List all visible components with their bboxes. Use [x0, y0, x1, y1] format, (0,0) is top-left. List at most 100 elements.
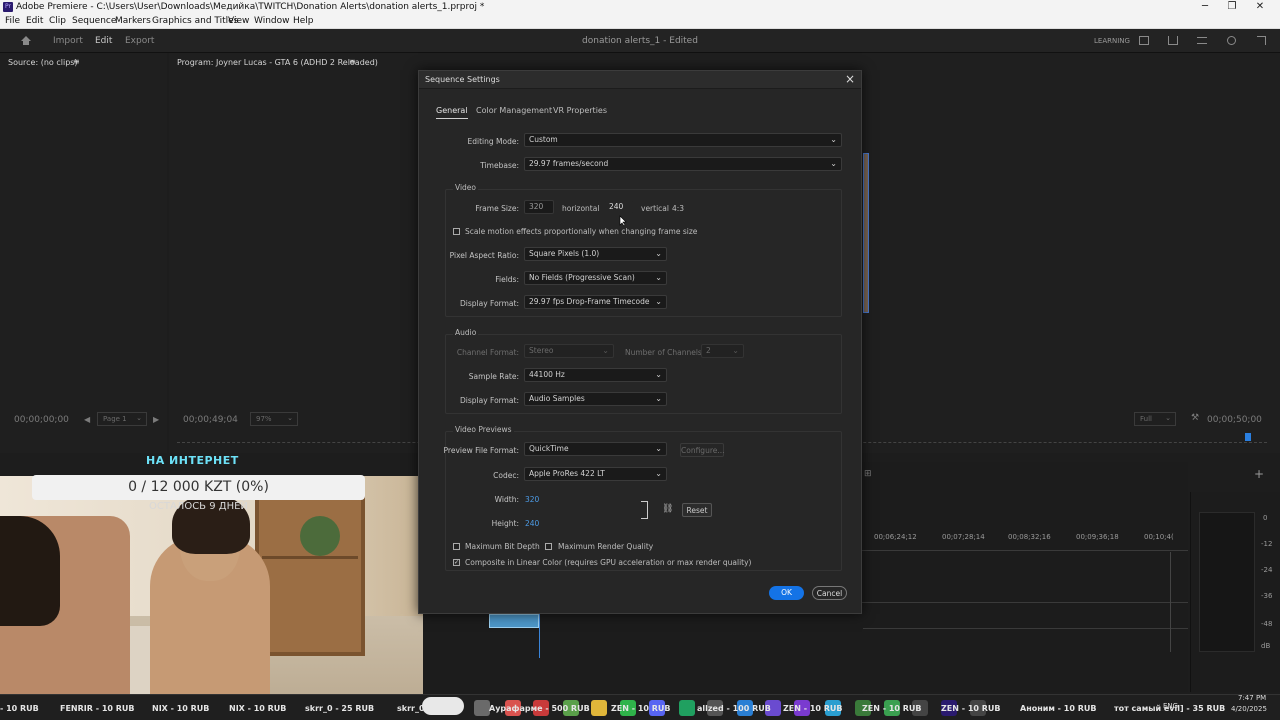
editing-mode-dropdown[interactable]: Custom ⌄	[524, 133, 842, 147]
folder-icon[interactable]	[591, 700, 607, 716]
program-fit-value: Full	[1140, 415, 1152, 423]
reset-button[interactable]: Reset	[682, 503, 712, 517]
add-icon[interactable]: +	[1254, 467, 1264, 481]
height-value[interactable]: 240	[525, 519, 539, 528]
menu-window[interactable]: Window	[254, 16, 290, 26]
ruler-tick-1: 00;06;24;12	[874, 533, 917, 541]
composite-linear-checkbox[interactable]: ✓	[453, 559, 460, 566]
ok-button[interactable]: OK	[769, 586, 804, 600]
source-prev-icon[interactable]: ◀	[84, 415, 90, 424]
taskbar-search-box[interactable]	[422, 697, 464, 715]
codec-dropdown[interactable]: Apple ProRes 422 LT ⌄	[524, 467, 667, 481]
program-fit-dropdown[interactable]: Full ⌄	[1134, 412, 1176, 426]
max-bit-depth-checkbox[interactable]	[453, 543, 460, 550]
wrench-icon[interactable]: ⚒	[1191, 413, 1199, 423]
width-value[interactable]: 320	[525, 495, 539, 504]
cancel-button[interactable]: Cancel	[812, 586, 847, 600]
channel-format-value: Stereo	[529, 346, 554, 355]
clock-date[interactable]: 4/20/2025	[1231, 705, 1267, 713]
source-panel-menu-icon[interactable]: ≡	[73, 57, 80, 66]
max-render-quality-checkbox[interactable]	[545, 543, 552, 550]
source-page-value: Page 1	[103, 415, 127, 423]
configure-button: Configure...	[680, 443, 725, 457]
tab-color-management[interactable]: Color Management	[476, 106, 552, 115]
program-zoom-dropdown[interactable]: 97% ⌄	[250, 412, 298, 426]
language-indicator[interactable]: ENG	[1163, 702, 1178, 710]
fields-label: Fields:	[495, 275, 519, 284]
snap-icon[interactable]: ⊞	[864, 469, 872, 479]
menu-file[interactable]: File	[5, 16, 20, 26]
meter-scale-db: dB	[1261, 642, 1271, 650]
chevron-down-icon: ⌄	[655, 297, 662, 306]
ticker-item: allzed - 100 RUB	[697, 704, 771, 713]
tab-export[interactable]: Export	[125, 36, 154, 46]
video-display-format-label: Display Format:	[460, 299, 519, 308]
tab-edit[interactable]: Edit	[95, 36, 112, 46]
par-dropdown[interactable]: Square Pixels (1.0) ⌄	[524, 247, 667, 261]
video-display-format-dropdown[interactable]: 29.97 fps Drop-Frame Timecode ⌄	[524, 295, 667, 309]
share-icon[interactable]	[1168, 36, 1178, 45]
tab-general[interactable]: General	[436, 106, 468, 119]
quick-menu-icon[interactable]	[1197, 37, 1207, 44]
fields-value: No Fields (Progressive Scan)	[529, 273, 635, 282]
ruler-tick-2: 00;07;28;14	[942, 533, 985, 541]
meter-scale-12: -12	[1261, 540, 1273, 548]
num-channels-value: 2	[706, 346, 711, 355]
chevron-down-icon: ⌄	[1165, 414, 1171, 422]
frame-height-input[interactable]: 240	[604, 200, 634, 214]
preview-format-dropdown[interactable]: QuickTime ⌄	[524, 442, 667, 456]
audio-display-format-dropdown[interactable]: Audio Samples ⌄	[524, 392, 667, 406]
frame-width-input[interactable]: 320	[524, 200, 554, 214]
workspace-panel-icon[interactable]	[1139, 36, 1149, 45]
clock-time[interactable]: 7:47 PM	[1238, 694, 1266, 702]
close-icon[interactable]: ×	[845, 72, 855, 86]
timeline-panel: ⊞ 00;06;24;12 00;07;28;14 00;08;32;16 00…	[862, 462, 1188, 692]
timeline-clip[interactable]	[489, 614, 539, 628]
source-timecode[interactable]: 00;00;00;00	[14, 415, 69, 425]
ticker-item: ZEN - 10 RUB	[611, 704, 671, 713]
search-icon[interactable]	[1227, 36, 1236, 45]
menu-bar: File Edit Clip Sequence Markers Graphics…	[0, 14, 1280, 29]
home-icon[interactable]	[20, 35, 32, 46]
link-bracket	[641, 501, 648, 519]
program-panel-title: Program: Joyner Lucas - GTA 6 (ADHD 2 Re…	[177, 58, 378, 67]
fullscreen-icon[interactable]	[1257, 36, 1266, 45]
sample-rate-dropdown[interactable]: 44100 Hz ⌄	[524, 368, 667, 382]
app-icon-4[interactable]	[679, 700, 695, 716]
timeline-scrollbar[interactable]	[1170, 552, 1174, 652]
chevron-down-icon: ⌄	[655, 444, 662, 453]
goal-progress-bar: 0 / 12 000 KZT (0%)	[32, 475, 365, 500]
audio-display-format-label: Display Format:	[460, 396, 519, 405]
program-panel-menu-icon[interactable]: ≡	[349, 57, 356, 66]
chevron-down-icon: ⌄	[602, 346, 609, 355]
ruler-tick-5: 00;10;4(	[1144, 533, 1174, 541]
source-next-icon[interactable]: ▶	[153, 415, 159, 424]
program-timecode-left[interactable]: 00;00;49;04	[183, 415, 238, 425]
close-window-button[interactable]: ✕	[1240, 0, 1280, 14]
menu-graphics-titles[interactable]: Graphics and Titles	[152, 16, 238, 26]
source-panel-title: Source: (no clips)	[8, 58, 78, 67]
scale-motion-checkbox[interactable]	[453, 228, 460, 235]
tab-import[interactable]: Import	[53, 36, 83, 46]
chevron-down-icon: ⌄	[830, 135, 837, 144]
menu-edit[interactable]: Edit	[26, 16, 43, 26]
playhead-marker[interactable]	[1245, 433, 1251, 441]
chain-link-icon[interactable]: ⛓	[662, 504, 673, 514]
menu-view[interactable]: View	[228, 16, 249, 26]
codec-label: Codec:	[493, 471, 519, 480]
menu-help[interactable]: Help	[293, 16, 314, 26]
timeline-playhead[interactable]	[539, 610, 540, 658]
source-page-dropdown[interactable]: Page 1 ⌄	[97, 412, 147, 426]
learning-button[interactable]: LEARNING	[1094, 37, 1130, 45]
task-view-icon[interactable]	[474, 700, 490, 716]
codec-value: Apple ProRes 422 LT	[529, 469, 605, 478]
timebase-dropdown[interactable]: 29.97 frames/second ⌄	[524, 157, 842, 171]
menu-clip[interactable]: Clip	[49, 16, 66, 26]
source-panel: Source: (no clips) ≡ 00;00;00;00 ◀ Page …	[0, 53, 167, 453]
menu-sequence[interactable]: Sequence	[72, 16, 116, 26]
tab-vr-properties[interactable]: VR Properties	[553, 106, 607, 115]
meter-scale-36: -36	[1261, 592, 1273, 600]
program-timecode-right[interactable]: 00;00;50;00	[1207, 415, 1262, 425]
menu-markers[interactable]: Markers	[115, 16, 151, 26]
fields-dropdown[interactable]: No Fields (Progressive Scan) ⌄	[524, 271, 667, 285]
